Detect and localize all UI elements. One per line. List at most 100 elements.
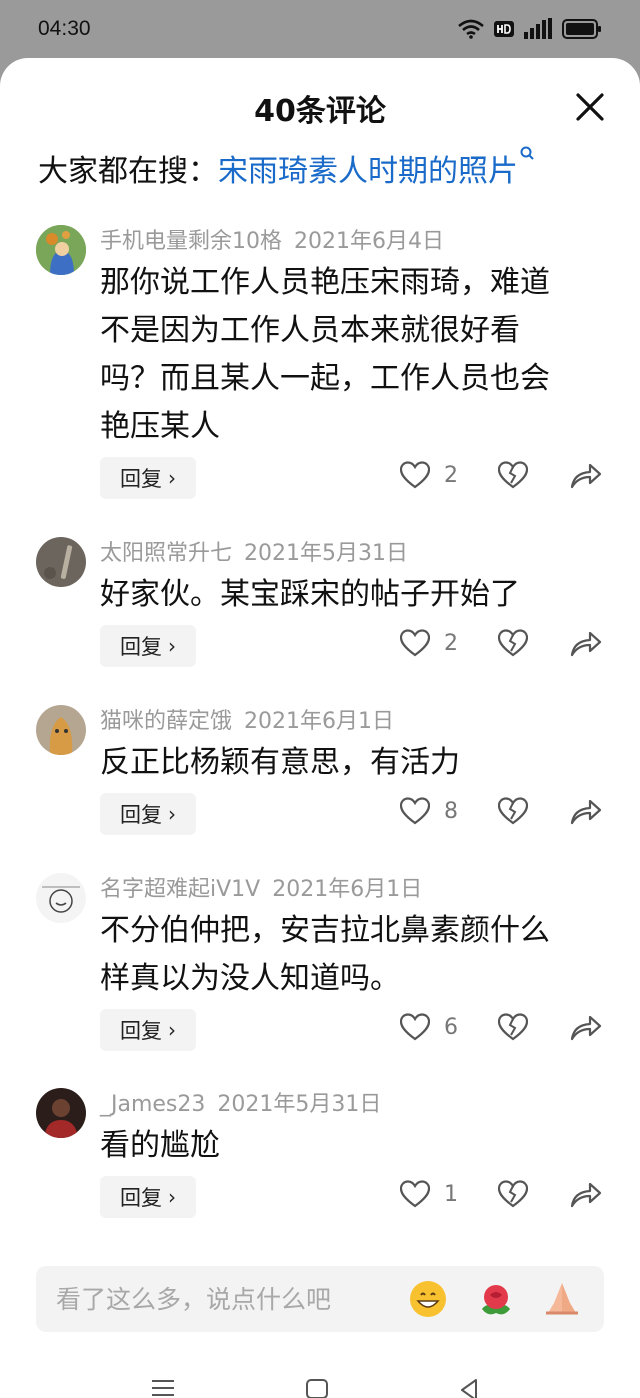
comment-actions: 2 <box>400 625 610 667</box>
comment-date: 2021年6月1日 <box>272 877 423 902</box>
menu-icon[interactable] <box>150 1378 176 1398</box>
comment-username[interactable]: 名字超难起iV1V <box>100 877 260 902</box>
share-icon[interactable] <box>570 1013 602 1041</box>
comment-username[interactable]: 猫咪的薛定饿 <box>100 709 232 734</box>
like-button[interactable]: 2 <box>400 629 458 657</box>
broken-heart-icon[interactable] <box>498 797 528 825</box>
broken-heart-icon[interactable] <box>498 461 528 489</box>
comment-username[interactable]: _James23 <box>100 1092 205 1117</box>
system-nav-bar <box>0 1368 640 1398</box>
praying-hands-emoji-icon[interactable] <box>542 1279 582 1319</box>
comment-meta: 名字超难起iV1V 2021年6月1日 <box>100 871 422 903</box>
chevron-right-icon: › <box>168 634 176 658</box>
chevron-right-icon: › <box>168 802 176 826</box>
like-count: 6 <box>444 1014 458 1040</box>
comment-line: 那你说工作人员艳压宋雨琦，难道 <box>100 265 550 300</box>
status-icons <box>458 18 602 40</box>
reply-button[interactable]: 回复 › <box>100 625 196 667</box>
comment-line: 吗？而且某人一起，工作人员也会 <box>100 361 550 396</box>
share-icon[interactable] <box>570 629 602 657</box>
comment-sheet: 40条评论 大家都在搜： 宋雨琦素人时期的照片 手机电量剩余10格 2021年6… <box>0 58 640 1398</box>
grinning-emoji-icon[interactable] <box>408 1279 448 1319</box>
avatar[interactable] <box>36 225 86 275</box>
home-icon[interactable] <box>304 1378 330 1398</box>
comment-meta: 猫咪的薛定饿 2021年6月1日 <box>100 703 394 735</box>
comment-text: 那你说工作人员艳压宋雨琦，难道 不是因为工作人员本来就很好看 吗？而且某人一起，… <box>100 259 600 451</box>
share-icon[interactable] <box>570 797 602 825</box>
wifi-icon <box>458 19 484 39</box>
share-icon[interactable] <box>570 1180 602 1208</box>
reply-label: 回复 <box>120 803 162 827</box>
share-icon[interactable] <box>570 461 602 489</box>
comment-line: 样真以为没人知道吗。 <box>100 961 400 996</box>
trending-search-link[interactable]: 宋雨琦素人时期的照片 <box>218 146 518 190</box>
chevron-right-icon: › <box>168 466 176 490</box>
like-count: 2 <box>444 462 458 488</box>
like-button[interactable]: 2 <box>400 461 458 489</box>
comment-text: 不分伯仲把，安吉拉北鼻素颜什么 样真以为没人知道吗。 <box>100 907 600 1003</box>
comment-actions: 2 <box>400 457 610 499</box>
like-count: 8 <box>444 798 458 824</box>
reply-button[interactable]: 回复 › <box>100 793 196 835</box>
comment-text: 看的尴尬 <box>100 1122 600 1170</box>
heart-icon <box>400 461 430 489</box>
back-icon[interactable] <box>456 1378 482 1398</box>
comment-meta: _James23 2021年5月31日 <box>100 1086 381 1118</box>
comment-line: 看的尴尬 <box>100 1128 220 1163</box>
like-count: 1 <box>444 1181 458 1207</box>
broken-heart-icon[interactable] <box>498 1013 528 1041</box>
sheet-title: 40条评论 <box>254 94 386 129</box>
like-button[interactable]: 8 <box>400 797 458 825</box>
comment-text: 好家伙。某宝踩宋的帖子开始了 <box>100 571 600 619</box>
avatar[interactable] <box>36 705 86 755</box>
reply-button[interactable]: 回复 › <box>100 1176 196 1218</box>
heart-icon <box>400 1180 430 1208</box>
chevron-right-icon: › <box>168 1018 176 1042</box>
comment-username[interactable]: 手机电量剩余10格 <box>100 229 282 254</box>
reply-label: 回复 <box>120 1186 162 1210</box>
comment-input[interactable] <box>56 1266 376 1332</box>
comment-actions: 6 <box>400 1009 610 1051</box>
sheet-header: 40条评论 <box>0 58 640 158</box>
like-count: 2 <box>444 630 458 656</box>
broken-heart-icon[interactable] <box>498 629 528 657</box>
reply-button[interactable]: 回复 › <box>100 457 196 499</box>
status-time: 04:30 <box>38 17 91 40</box>
avatar[interactable] <box>36 1088 86 1138</box>
status-bar: 04:30 <box>0 0 640 58</box>
avatar[interactable] <box>36 537 86 587</box>
chevron-right-icon: › <box>168 1185 176 1209</box>
heart-icon <box>400 1013 430 1041</box>
signal-5g-icon <box>524 18 552 39</box>
comment-actions: 1 <box>400 1176 610 1218</box>
battery-icon <box>562 19 601 39</box>
close-icon[interactable] <box>574 91 606 123</box>
comment-actions: 8 <box>400 793 610 835</box>
rose-emoji-icon[interactable] <box>476 1279 516 1319</box>
comment-date: 2021年5月31日 <box>217 1092 382 1117</box>
broken-heart-icon[interactable] <box>498 1180 528 1208</box>
trending-search: 大家都在搜： 宋雨琦素人时期的照片 <box>38 146 534 190</box>
reply-button[interactable]: 回复 › <box>100 1009 196 1051</box>
comment-meta: 太阳照常升七 2021年5月31日 <box>100 535 408 567</box>
avatar[interactable] <box>36 873 86 923</box>
search-icon <box>520 146 534 160</box>
reply-label: 回复 <box>120 467 162 491</box>
hd-icon <box>494 21 514 37</box>
comment-line: 艳压某人 <box>100 409 220 444</box>
like-button[interactable]: 1 <box>400 1180 458 1208</box>
comment-line: 不分伯仲把，安吉拉北鼻素颜什么 <box>100 913 550 948</box>
like-button[interactable]: 6 <box>400 1013 458 1041</box>
comment-date: 2021年6月4日 <box>294 229 444 254</box>
comment-text: 反正比杨颖有意思，有活力 <box>100 739 600 787</box>
heart-icon <box>400 629 430 657</box>
comment-date: 2021年5月31日 <box>244 541 408 566</box>
comment-line: 不是因为工作人员本来就很好看 <box>100 313 520 348</box>
comment-line: 好家伙。某宝踩宋的帖子开始了 <box>100 577 520 612</box>
comment-username[interactable]: 太阳照常升七 <box>100 541 232 566</box>
reply-label: 回复 <box>120 635 162 659</box>
comment-input-bar <box>36 1266 604 1332</box>
reply-label: 回复 <box>120 1019 162 1043</box>
comment-meta: 手机电量剩余10格 2021年6月4日 <box>100 223 444 255</box>
comment-date: 2021年6月1日 <box>244 709 394 734</box>
